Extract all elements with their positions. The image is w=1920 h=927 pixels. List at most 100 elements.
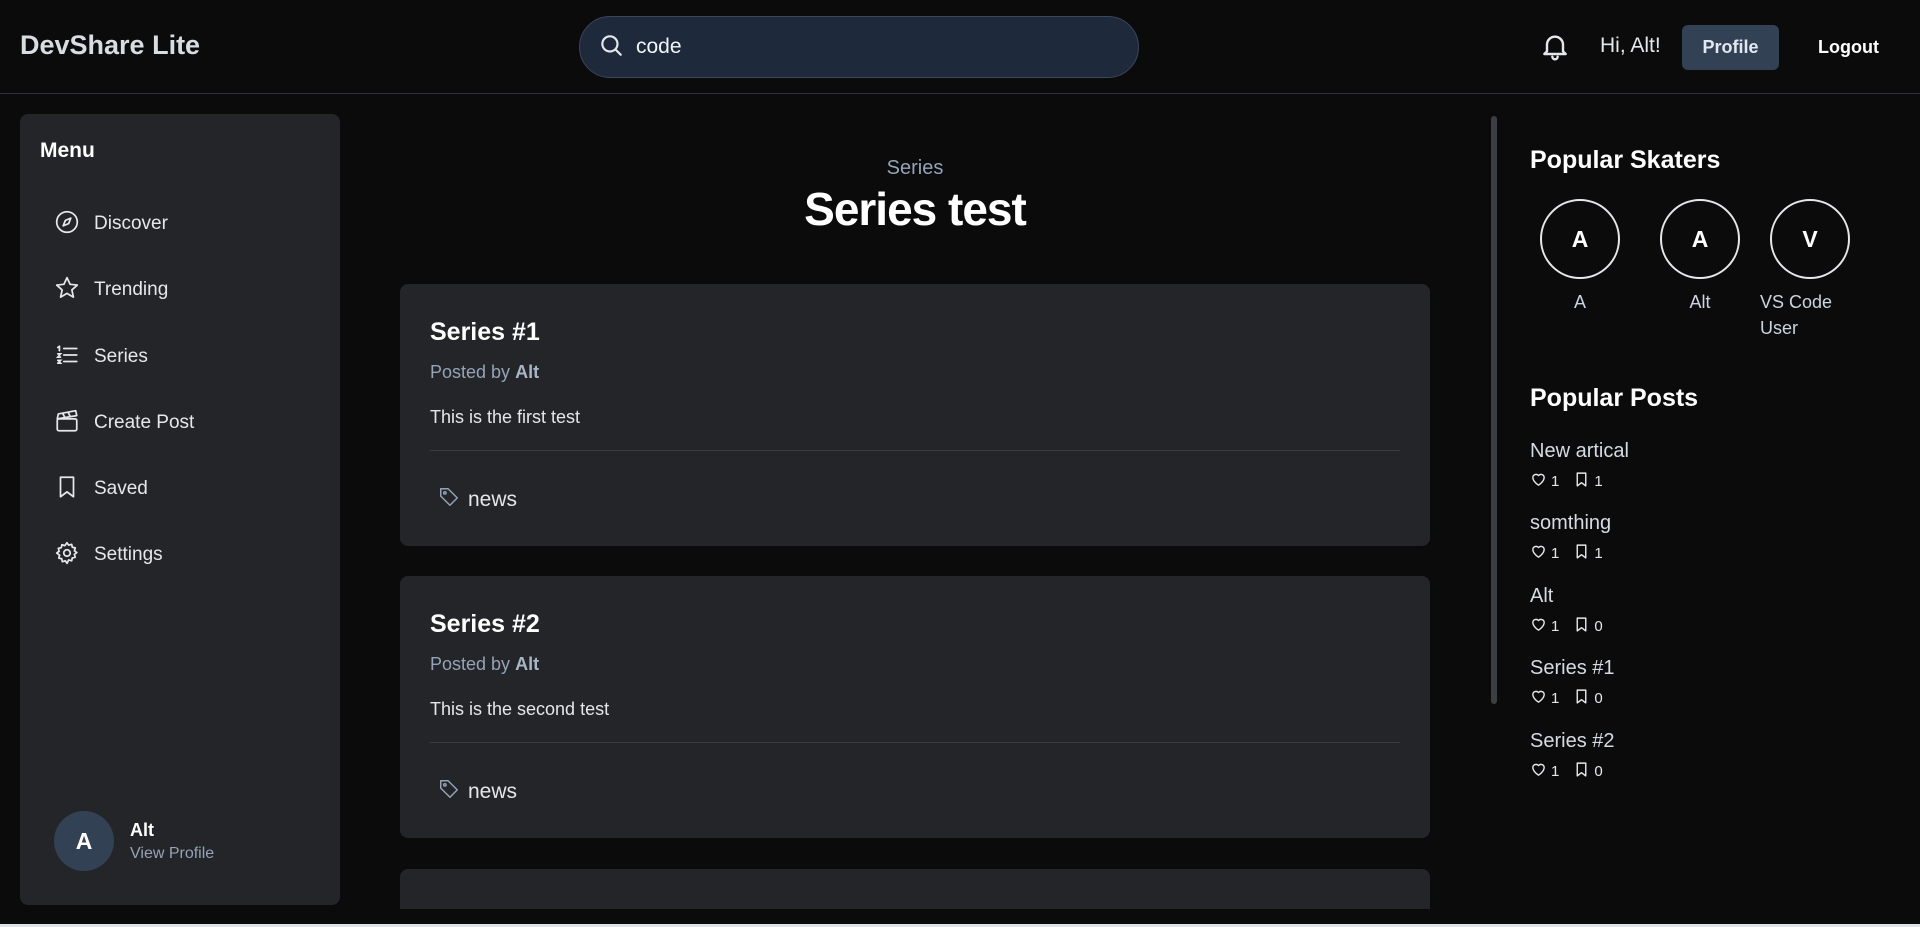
likes-count: 1 bbox=[1551, 618, 1560, 635]
profile-button[interactable]: Profile bbox=[1682, 25, 1779, 70]
popular-post-item[interactable]: Series #1 1 0 bbox=[1530, 657, 1617, 709]
scrollbar[interactable] bbox=[1491, 116, 1497, 704]
popular-post-item[interactable]: Alt 1 0 bbox=[1530, 585, 1617, 637]
saves-count: 1 bbox=[1594, 473, 1603, 490]
sidebar-item-trending[interactable]: Trending bbox=[54, 272, 314, 308]
saves-count: 1 bbox=[1594, 545, 1603, 562]
skater-item[interactable]: A A bbox=[1525, 199, 1635, 315]
heart-icon bbox=[1530, 688, 1547, 709]
post-stats: 1 1 bbox=[1530, 543, 1617, 564]
post-card[interactable]: Series #2 Posted by Alt This is the seco… bbox=[400, 576, 1430, 838]
search-icon bbox=[598, 32, 624, 63]
gear-icon bbox=[54, 540, 80, 571]
tag-icon bbox=[438, 778, 460, 806]
posted-by-label: Posted by bbox=[430, 654, 511, 674]
search-box[interactable] bbox=[579, 16, 1139, 78]
tag-icon bbox=[438, 486, 460, 514]
heart-icon bbox=[1530, 616, 1547, 637]
view-profile-link[interactable]: View Profile bbox=[130, 845, 214, 863]
sidebar: Menu Discover Trending Series Create Pos… bbox=[20, 114, 340, 905]
page-title: Series test bbox=[804, 183, 1027, 235]
post-tag[interactable]: news bbox=[430, 778, 517, 806]
sidebar-item-discover[interactable]: Discover bbox=[54, 206, 314, 242]
post-stats: 1 1 bbox=[1530, 471, 1629, 492]
skater-item[interactable]: A Alt bbox=[1645, 199, 1755, 315]
skater-name: VS Code User bbox=[1760, 292, 1833, 338]
popular-skaters-title: Popular Skaters bbox=[1530, 146, 1721, 174]
post-excerpt: This is the second test bbox=[430, 699, 610, 719]
divider bbox=[430, 742, 1400, 743]
popular-post-title[interactable]: somthing bbox=[1530, 512, 1617, 535]
sidebar-item-series[interactable]: Series bbox=[54, 339, 314, 375]
bookmark-icon bbox=[1573, 616, 1590, 637]
skater-name: Alt bbox=[1689, 292, 1711, 312]
sidebar-item-saved[interactable]: Saved bbox=[54, 471, 314, 507]
search-input[interactable] bbox=[636, 35, 1106, 59]
avatar[interactable]: A bbox=[54, 811, 114, 871]
post-excerpt: This is the first test bbox=[430, 407, 581, 427]
greeting-text: Hi, Alt! bbox=[1600, 34, 1661, 57]
sidebar-item-label: Create Post bbox=[94, 412, 195, 433]
likes-count: 1 bbox=[1551, 763, 1560, 780]
likes-count: 1 bbox=[1551, 690, 1560, 707]
list-icon bbox=[54, 342, 80, 373]
sidebar-item-label: Trending bbox=[94, 279, 169, 300]
post-meta: Posted by Alt bbox=[430, 654, 539, 675]
bookmark-icon bbox=[1573, 688, 1590, 709]
sidebar-item-settings[interactable]: Settings bbox=[54, 537, 314, 573]
avatar[interactable]: V bbox=[1770, 199, 1850, 279]
post-title[interactable]: Series #1 bbox=[430, 318, 540, 347]
post-stats: 1 0 bbox=[1530, 688, 1617, 709]
post-card[interactable]: Series #1 Posted by Alt This is the firs… bbox=[400, 284, 1430, 546]
brand-logo[interactable]: DevShare Lite bbox=[20, 30, 200, 61]
popular-post-item[interactable]: Series #2 1 0 bbox=[1530, 730, 1617, 782]
top-header: DevShare Lite Hi, Alt! Profile Logout bbox=[0, 0, 1920, 94]
popular-post-title[interactable]: New artical bbox=[1530, 440, 1629, 463]
post-title[interactable]: Series #2 bbox=[430, 610, 540, 639]
saves-count: 0 bbox=[1594, 618, 1603, 635]
logout-button[interactable]: Logout bbox=[1800, 25, 1897, 70]
compass-icon bbox=[54, 209, 80, 240]
divider bbox=[430, 450, 1400, 451]
bookmark-icon bbox=[54, 474, 80, 505]
posted-by-label: Posted by bbox=[430, 362, 511, 382]
tag-label: news bbox=[468, 488, 518, 511]
avatar[interactable]: A bbox=[1660, 199, 1740, 279]
post-card-partial[interactable] bbox=[400, 869, 1430, 909]
heart-icon bbox=[1530, 543, 1547, 564]
sidebar-item-label: Discover bbox=[94, 213, 168, 234]
popular-posts-title: Popular Posts bbox=[1530, 384, 1699, 412]
heart-icon bbox=[1530, 761, 1547, 782]
saves-count: 0 bbox=[1594, 763, 1603, 780]
avatar[interactable]: A bbox=[1540, 199, 1620, 279]
menu-title: Menu bbox=[40, 139, 95, 162]
star-icon bbox=[54, 275, 80, 306]
post-author[interactable]: Alt bbox=[515, 362, 539, 382]
post-tag[interactable]: news bbox=[430, 486, 517, 514]
popular-post-title[interactable]: Series #2 bbox=[1530, 730, 1617, 753]
saves-count: 0 bbox=[1594, 690, 1603, 707]
page-subtitle: Series bbox=[886, 157, 944, 179]
sidebar-user[interactable]: A Alt View Profile bbox=[54, 811, 214, 871]
bell-icon[interactable] bbox=[1539, 30, 1571, 62]
popular-post-title[interactable]: Series #1 bbox=[1530, 657, 1617, 680]
tag-label: news bbox=[468, 780, 518, 803]
sidebar-item-label: Series bbox=[94, 346, 148, 367]
sidebar-item-label: Saved bbox=[94, 478, 148, 499]
bookmark-icon bbox=[1573, 471, 1590, 492]
post-meta: Posted by Alt bbox=[430, 362, 539, 383]
popular-post-item[interactable]: somthing 1 1 bbox=[1530, 512, 1617, 564]
popular-post-item[interactable]: New artical 1 1 bbox=[1530, 440, 1629, 492]
skater-item[interactable]: V VS Code User bbox=[1760, 199, 1855, 341]
popular-post-title[interactable]: Alt bbox=[1530, 585, 1617, 608]
likes-count: 1 bbox=[1551, 473, 1560, 490]
bookmark-icon bbox=[1573, 761, 1590, 782]
clapperboard-icon bbox=[54, 408, 80, 439]
bookmark-icon bbox=[1573, 543, 1590, 564]
post-stats: 1 0 bbox=[1530, 616, 1617, 637]
user-name: Alt bbox=[130, 819, 154, 840]
heart-icon bbox=[1530, 471, 1547, 492]
sidebar-item-create-post[interactable]: Create Post bbox=[54, 405, 314, 441]
post-author[interactable]: Alt bbox=[515, 654, 539, 674]
post-stats: 1 0 bbox=[1530, 761, 1617, 782]
